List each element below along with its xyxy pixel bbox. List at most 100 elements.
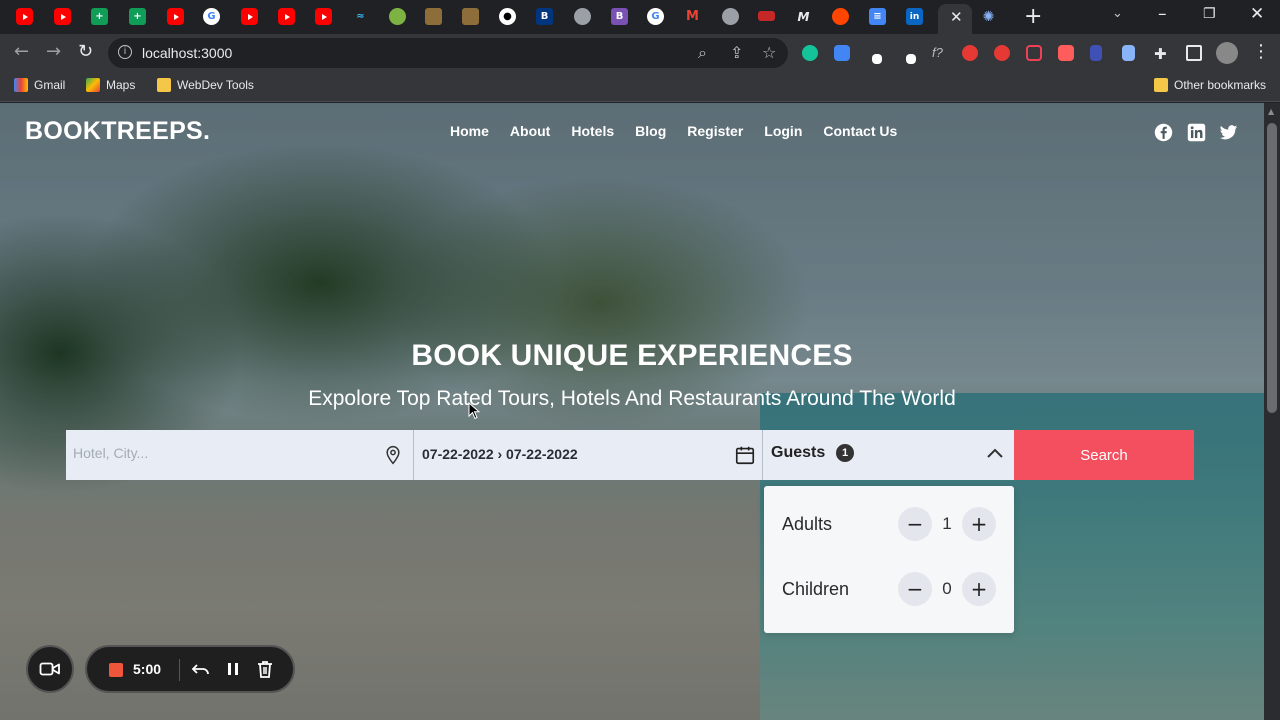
youtube-tab-icon[interactable] [54, 8, 71, 25]
github-tab-icon[interactable]: ● [499, 8, 516, 25]
video-camera-icon [39, 662, 60, 676]
site-logo[interactable]: BOOKTREEPS. [25, 117, 210, 146]
tailwind-tab-icon[interactable]: ≈ [352, 8, 369, 25]
chevron-up-icon[interactable] [986, 446, 1004, 460]
address-url[interactable]: localhost:3000 [142, 45, 232, 61]
bookmark-gmail[interactable]: Gmail [14, 78, 65, 92]
hero-overlay [0, 103, 1264, 720]
adults-value: 1 [942, 514, 952, 533]
restore-icon[interactable]: ❐ [1203, 6, 1216, 22]
adblock-extension-icon[interactable] [962, 45, 978, 61]
bookmark-other[interactable]: Other bookmarks [1154, 78, 1266, 92]
bookmark-maps[interactable]: Maps [86, 78, 135, 92]
nav-contact-us[interactable]: Contact Us [823, 123, 897, 139]
file-extension-icon[interactable] [1122, 45, 1135, 61]
tab-strip: + + G ≈ ● B B G M M ≡ in ✕ ✺ + ⌄ – ❐ ✕ [0, 0, 1280, 34]
bootstrap-tab-icon[interactable]: B [611, 8, 628, 25]
guests-label: Guests [771, 444, 826, 461]
chevron-down-icon[interactable]: ⌄ [1112, 6, 1123, 21]
nav-login[interactable]: Login [764, 123, 802, 139]
globe-tab-icon[interactable] [722, 8, 739, 25]
gear-tab-icon[interactable]: ✺ [980, 8, 997, 25]
profile-avatar[interactable] [1216, 42, 1238, 64]
address-bar[interactable]: i localhost:3000 ⌕ ⇪ ☆ [108, 38, 788, 68]
nav-home[interactable]: Home [450, 123, 489, 139]
scroll-thumb[interactable] [1267, 123, 1277, 413]
trash-icon[interactable] [255, 659, 275, 679]
adults-increment-button[interactable]: + [962, 507, 996, 541]
pause-icon[interactable] [223, 659, 243, 679]
undo-icon[interactable] [191, 659, 211, 679]
bars-extension-icon[interactable] [1090, 45, 1102, 61]
notebook-tab-icon[interactable] [462, 8, 479, 25]
eyedropper-extension-icon[interactable] [906, 54, 916, 64]
recorder-camera-button[interactable] [26, 645, 74, 693]
search-button[interactable]: Search [1014, 430, 1194, 480]
youtube-tab-icon[interactable] [16, 8, 33, 25]
color-extension-icon[interactable] [1058, 45, 1074, 61]
google-tab-icon[interactable]: G [203, 8, 220, 25]
reddit-tab-icon[interactable] [832, 8, 849, 25]
zoom-icon[interactable]: ⌕ [698, 43, 707, 63]
star-icon[interactable]: ☆ [762, 43, 776, 62]
gmail-icon [14, 78, 28, 92]
docs-tab-icon[interactable]: ≡ [869, 8, 886, 25]
guests-dropdown[interactable]: Guests 1 [763, 430, 1014, 480]
hero-title: BOOK UNIQUE EXPERIENCES [411, 339, 853, 372]
forward-icon[interactable]: → [46, 41, 61, 62]
gmail-tab-icon[interactable]: M [684, 8, 701, 25]
browser-toolbar: ← → ↻ i localhost:3000 ⌕ ⇪ ☆ f? ✚ ⋮ [0, 34, 1280, 72]
back-icon[interactable]: ← [14, 41, 29, 62]
google-tab-icon[interactable]: G [647, 8, 664, 25]
date-range-field[interactable]: 07-22-2022 › 07-22-2022 [414, 430, 763, 480]
function-extension-icon[interactable]: f? [932, 45, 948, 61]
recorder-controls: 5:00 [85, 645, 295, 693]
children-row: Children − 0 + [782, 571, 996, 607]
linkedin-tab-icon[interactable]: in [906, 8, 923, 25]
medium-tab-icon[interactable]: M [795, 8, 812, 25]
nav-blog[interactable]: Blog [635, 123, 666, 139]
sheets-tab-icon[interactable]: + [91, 8, 108, 25]
adults-decrement-button[interactable]: − [898, 507, 932, 541]
nav-register[interactable]: Register [687, 123, 743, 139]
children-decrement-button[interactable]: − [898, 572, 932, 606]
nav-about[interactable]: About [510, 123, 550, 139]
grammarly-extension-icon[interactable] [802, 45, 818, 61]
sheets-tab-icon[interactable]: + [129, 8, 146, 25]
sidepanel-icon[interactable] [1186, 45, 1202, 61]
bookmark-webdev-tools[interactable]: WebDev Tools [157, 78, 254, 92]
nav-hotels[interactable]: Hotels [571, 123, 614, 139]
notebook-tab-icon[interactable] [425, 8, 442, 25]
leaf-tab-icon[interactable] [389, 8, 406, 25]
booking-tab-icon[interactable]: B [536, 8, 553, 25]
globe-tab-icon[interactable] [574, 8, 591, 25]
pen-extension-icon[interactable] [872, 54, 882, 64]
calendar-icon[interactable] [734, 444, 756, 466]
scroll-up-icon[interactable]: ▲ [1268, 107, 1274, 116]
reload-icon[interactable]: ↻ [78, 41, 93, 62]
info-icon[interactable]: i [118, 45, 132, 59]
new-tab-button[interactable]: + [1024, 4, 1042, 29]
hand-extension-icon[interactable] [994, 45, 1010, 61]
minimize-icon[interactable]: – [1158, 4, 1167, 24]
youtube-tab-icon[interactable] [167, 8, 184, 25]
window-close-icon[interactable]: ✕ [1250, 4, 1264, 24]
puzzle-icon[interactable]: ✚ [1154, 45, 1170, 63]
hero-subtitle: Expolore Top Rated Tours, Hotels And Res… [308, 387, 956, 410]
record-stop-button[interactable] [109, 663, 123, 677]
youtube-tab-icon[interactable] [315, 8, 332, 25]
twitter-icon[interactable] [1219, 123, 1238, 142]
page-scrollbar[interactable]: ▲ [1264, 103, 1280, 720]
children-increment-button[interactable]: + [962, 572, 996, 606]
translate-extension-icon[interactable] [834, 45, 850, 61]
video-tab-icon[interactable] [758, 11, 775, 21]
youtube-tab-icon[interactable] [278, 8, 295, 25]
youtube-tab-icon[interactable] [241, 8, 258, 25]
share-icon[interactable]: ⇪ [730, 43, 743, 62]
location-input[interactable] [73, 445, 373, 461]
menu-dots-icon[interactable]: ⋮ [1252, 41, 1270, 62]
pocket-extension-icon[interactable] [1026, 45, 1042, 61]
close-icon[interactable]: ✕ [950, 8, 963, 26]
linkedin-icon[interactable] [1187, 123, 1206, 142]
facebook-icon[interactable] [1154, 123, 1173, 142]
